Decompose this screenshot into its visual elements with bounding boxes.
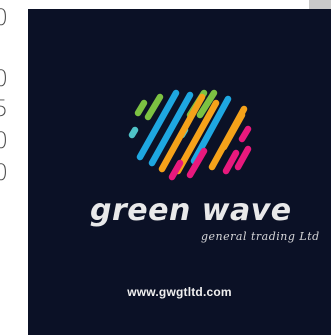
left-digit: 0 — [0, 161, 8, 186]
logo-image-panel[interactable]: green wave general trading Ltd www.gwgtl… — [28, 9, 331, 335]
left-digit: 5 — [0, 97, 8, 122]
striped-wave-logo-icon — [128, 89, 252, 181]
left-digit: 0 — [0, 67, 8, 92]
brand-tagline: general trading Ltd — [201, 230, 320, 243]
left-digit: 0 — [0, 6, 8, 31]
left-digit: 0 — [0, 129, 8, 154]
left-edge-strip: 0 0 5 0 0 — [0, 0, 28, 335]
website-link[interactable]: www.gwgtltd.com — [28, 285, 331, 299]
brand-name: green wave — [90, 193, 292, 228]
